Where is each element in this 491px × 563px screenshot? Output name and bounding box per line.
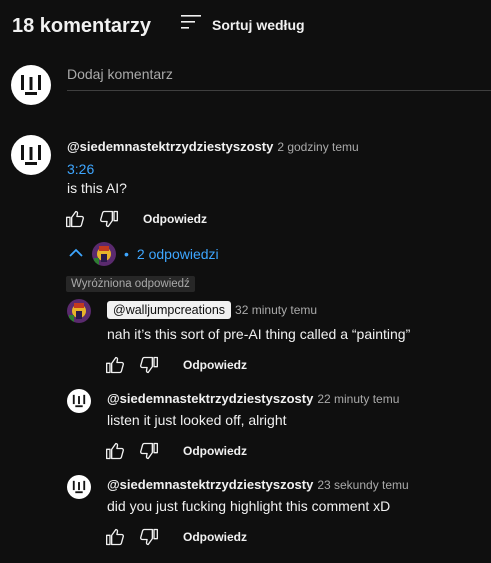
reply-avatar-creator[interactable]	[67, 299, 91, 323]
reply-time[interactable]: 22 minuty temu	[317, 392, 399, 406]
comment-count-title: 18 komentarzy	[12, 15, 151, 37]
reply-avatar[interactable]	[67, 389, 91, 413]
sort-label: Sortuj według	[212, 16, 305, 33]
replies-bullet: •	[124, 246, 129, 262]
comment-author[interactable]: @siedemnastektrzydziestyszosty	[67, 139, 273, 154]
comment-time[interactable]: 2 godziny temu	[277, 140, 358, 154]
avatar-face-icon	[21, 75, 41, 95]
reply-text: listen it just looked off, alright	[107, 412, 287, 428]
thumbs-down-icon[interactable]	[137, 353, 161, 377]
comment-header: @siedemnastektrzydziestyszosty 2 godziny …	[67, 138, 359, 156]
avatar-face-icon	[21, 145, 41, 165]
reply-header: @siedemnastektrzydziestyszosty 23 sekundy…	[107, 476, 409, 494]
thumbs-up-icon[interactable]	[103, 353, 127, 377]
thumbs-down-icon[interactable]	[137, 525, 161, 549]
reply-text: nah it’s this sort of pre-AI thing calle…	[107, 326, 411, 342]
avatar-face-icon	[72, 480, 86, 494]
reply-header: @siedemnastektrzydziestyszosty 22 minuty …	[107, 390, 399, 408]
reply-text: did you just fucking highlight this comm…	[107, 498, 391, 514]
sort-icon	[180, 13, 202, 36]
avatar-face-icon	[72, 394, 86, 408]
highlighted-reply-badge: Wyróżniona odpowiedź	[66, 276, 195, 292]
thumbs-down-icon[interactable]	[137, 439, 161, 463]
reply-button[interactable]: Odpowiedz	[143, 212, 207, 226]
comment-text: is this AI?	[67, 180, 127, 196]
thumbs-down-icon[interactable]	[97, 207, 121, 231]
chevron-up-icon	[68, 246, 84, 262]
reply-time[interactable]: 32 minuty temu	[235, 303, 317, 317]
reply-time[interactable]: 23 sekundy temu	[317, 478, 408, 492]
timestamp-link[interactable]: 3:26	[67, 161, 94, 177]
comment-actions: Odpowiedz	[63, 207, 207, 231]
creator-author-chip[interactable]: @walljumpcreations	[107, 301, 232, 319]
reply-actions: Odpowiedz	[103, 439, 247, 463]
reply-header: @walljumpcreations 32 minuty temu	[107, 301, 317, 319]
thumbs-up-icon[interactable]	[103, 439, 127, 463]
thumbs-up-icon[interactable]	[103, 525, 127, 549]
reply-avatar[interactable]	[67, 475, 91, 499]
reply-button[interactable]: Odpowiedz	[183, 444, 247, 458]
reply-button[interactable]: Odpowiedz	[183, 358, 247, 372]
sort-button[interactable]: Sortuj według	[180, 13, 305, 36]
reply-author[interactable]: @siedemnastektrzydziestyszosty	[107, 477, 313, 492]
replies-count-label: 2 odpowiedzi	[136, 246, 219, 262]
commenter-avatar[interactable]	[11, 135, 51, 175]
replies-toggle[interactable]: • 2 odpowiedzi	[68, 242, 219, 266]
reply-author[interactable]: @siedemnastektrzydziestyszosty	[107, 391, 313, 406]
reply-actions: Odpowiedz	[103, 353, 247, 377]
creator-mini-avatar	[92, 242, 116, 266]
reply-button[interactable]: Odpowiedz	[183, 530, 247, 544]
add-comment-input[interactable]: Dodaj komentarz	[67, 66, 491, 91]
user-avatar	[11, 65, 51, 105]
reply-actions: Odpowiedz	[103, 525, 247, 549]
thumbs-up-icon[interactable]	[63, 207, 87, 231]
